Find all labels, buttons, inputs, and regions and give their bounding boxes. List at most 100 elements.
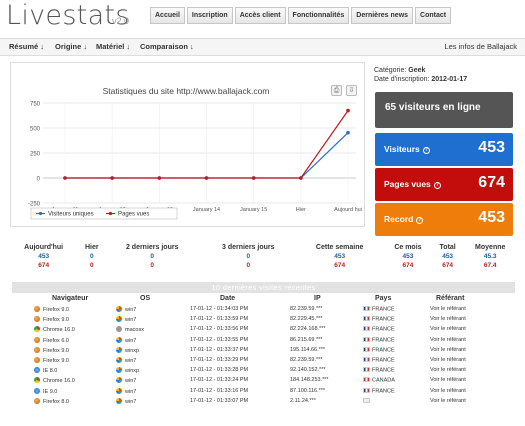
col-country-header: Pays (375, 295, 392, 302)
country-name: CANADA (372, 377, 395, 384)
summary-header: 3 derniers jours (221, 244, 275, 251)
os-cell: winxp (116, 367, 139, 374)
os-name: winxp (125, 347, 140, 354)
y-tick-label: 750 (30, 102, 41, 108)
referrer-link[interactable]: Voir le référant (430, 377, 466, 383)
os-cell: macosx (116, 326, 144, 333)
windows-icon (116, 306, 122, 312)
summary-visitors-cell: 0 (89, 253, 94, 260)
summary-header: Cette semaine (315, 244, 364, 251)
country-cell (363, 397, 372, 405)
firefox-icon (34, 397, 40, 404)
browser-name: Chrome 16.0 (43, 327, 75, 334)
browser-cell: Firefox 8.0 (34, 397, 69, 405)
help-icon[interactable]: ? (422, 147, 430, 154)
visit-date: 17-01-12 - 01:33:16 PM (190, 387, 249, 394)
country-name: FRANCE (372, 357, 395, 364)
browser-name: IE 9.0 (43, 388, 58, 395)
chart-title: Statistiques du site http://www.ballajac… (103, 86, 270, 96)
referrer-link[interactable]: Voir le référant (430, 398, 466, 404)
browser-cell: Firefox 6.0 (34, 336, 69, 344)
referrer-link[interactable]: Voir le référant (430, 367, 466, 373)
data-point (157, 176, 162, 180)
visit-row: Firefox 9.0 win7 17-01-12 - 01:33:29 PM 82.… (12, 356, 515, 366)
windows-icon (116, 367, 122, 374)
visit-date: 17-01-12 - 01:33:37 PM (190, 346, 249, 353)
category-value: Geek (408, 67, 426, 74)
browser-name: Firefox 8.0 (43, 398, 69, 405)
y-tick-label: 250 (30, 152, 41, 158)
visit-row: IE 8.0 winxp 17-01-12 - 01:33:28 PM 92.140.… (12, 366, 515, 376)
visit-row: Firefox 8.0 win7 17-01-12 - 01:33:07 PM 2.1… (12, 397, 515, 407)
flag-icon (363, 387, 370, 393)
browser-name: Firefox 9.0 (43, 347, 69, 354)
visitors-value: 453 (478, 139, 505, 156)
summary-visitors-row: 453 0 0 0 453 453 453 45.3 (8, 252, 518, 261)
tab-comparaison[interactable]: Comparaison ↓ (140, 42, 194, 51)
country-cell: CANADA (363, 377, 395, 384)
recent-visits-title: 10 dernières visites récentes (12, 282, 515, 293)
windows-icon (116, 346, 122, 353)
nav-inscription[interactable]: Inscription (186, 7, 233, 24)
summary-header: Aujourd'hui (24, 244, 64, 251)
firefox-icon (34, 336, 40, 343)
help-icon[interactable]: ? (416, 217, 424, 224)
nav-acces-client[interactable]: Accès client (234, 7, 286, 24)
summary-visitors-cell: 0 (246, 253, 251, 260)
nav-contact[interactable]: Contact (415, 7, 452, 24)
country-name: FRANCE (372, 306, 395, 313)
stats-chart: Statistiques du site http://www.ballajac… (28, 86, 362, 220)
browser-cell: Firefox 9.0 (34, 306, 69, 313)
referrer-link[interactable]: Voir le référant (430, 306, 466, 312)
os-cell: winxp (116, 346, 140, 354)
firefox-icon (34, 306, 40, 312)
browser-cell: Chrome 16.0 (34, 326, 75, 333)
browser-name: Firefox 9.0 (43, 357, 69, 364)
summary-pages-cell: 674 (38, 262, 50, 269)
site-info-link[interactable]: Les infos de Ballajack (444, 42, 517, 51)
flag-icon (363, 336, 370, 342)
visit-ip: 82.229.45.*** (290, 316, 323, 323)
country-cell: FRANCE (363, 346, 395, 353)
os-cell: win7 (116, 336, 136, 344)
visit-ip: 92.140.152.*** (290, 367, 326, 374)
tab-origine[interactable]: Origine ↓ (55, 42, 87, 51)
country-cell: FRANCE (363, 356, 395, 364)
pageviews-box: Pages vues? 674 (375, 168, 513, 201)
chrome-icon (34, 377, 40, 384)
browser-cell: IE 9.0 (34, 387, 58, 395)
nav-accueil[interactable]: Accueil (150, 7, 185, 24)
visit-row: IE 9.0 win7 17-01-12 - 01:33:16 PM 87.100.1… (12, 387, 515, 397)
summary-pages-cell: 674 (334, 262, 346, 269)
data-point (346, 108, 350, 113)
data-point (346, 130, 350, 135)
legend-label: Visiteurs uniques (48, 212, 94, 218)
browser-name: Chrome 16.0 (43, 378, 75, 385)
browser-cell: Firefox 9.0 (34, 316, 69, 323)
help-icon[interactable]: ? (433, 182, 441, 189)
flag-icon (363, 316, 370, 322)
visit-row: Firefox 9.0 winxp 17-01-12 - 01:33:37 PM 19… (12, 346, 515, 356)
visit-ip: 82.224.168.*** (290, 326, 326, 333)
col-referrer-header: Référant (436, 295, 465, 302)
referrer-link[interactable]: Voir le référant (430, 337, 466, 343)
summary-visitors-cell: 45.3 (483, 253, 497, 260)
referrer-link[interactable]: Voir le référant (430, 316, 466, 322)
flag-icon (363, 367, 370, 373)
country-name: FRANCE (372, 388, 395, 394)
referrer-link[interactable]: Voir le référant (430, 347, 466, 353)
windows-icon (116, 356, 122, 363)
country-cell: FRANCE (363, 336, 395, 343)
flag-icon (363, 326, 370, 332)
referrer-link[interactable]: Voir le référant (430, 357, 466, 363)
tab-resume[interactable]: Résumé ↓ (9, 42, 44, 51)
visit-ip: 184.148.253.*** (290, 377, 329, 384)
y-tick-label: 500 (30, 127, 41, 133)
referrer-link[interactable]: Voir le référant (430, 388, 466, 394)
summary-pages-cell: 0 (246, 262, 251, 269)
tab-materiel[interactable]: Matériel ↓ (96, 42, 130, 51)
nav-dernieres-news[interactable]: Dernières news (351, 7, 414, 24)
referrer-link[interactable]: Voir le référant (430, 326, 466, 332)
nav-fonctionnalites[interactable]: Fonctionnalités (287, 7, 350, 24)
visit-row: Chrome 16.0 macosx 17-01-12 - 01:33:56 PM 8… (12, 325, 515, 335)
